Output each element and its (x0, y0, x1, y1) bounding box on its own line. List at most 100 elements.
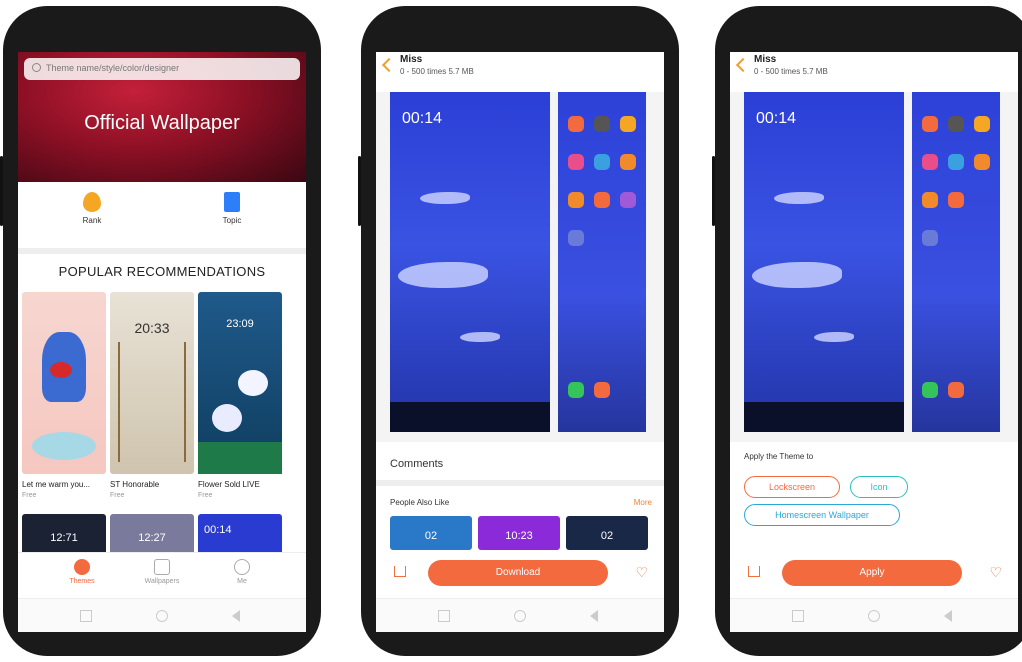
lockscreen-time: 00:14 (402, 110, 443, 127)
apply-button[interactable]: Apply (782, 560, 962, 586)
recommended-theme[interactable]: 02 (390, 516, 472, 550)
preview-carousel[interactable]: 00:14 (730, 92, 1018, 442)
themes-home-screen: Theme name/style/color/designer Official… (18, 52, 306, 632)
more-link[interactable]: More (634, 498, 652, 507)
app-icon (974, 154, 990, 170)
silhouette-ground (390, 402, 550, 432)
home-key[interactable] (514, 610, 526, 622)
app-icon (948, 154, 964, 170)
app-icon (594, 154, 610, 170)
favorite-heart-icon[interactable]: ♡ (989, 564, 1002, 581)
whale-shape (460, 332, 500, 342)
homescreen-preview[interactable] (912, 92, 1000, 432)
phone-theme-apply: Miss 0 - 500 times 5.7 MB 00:14 Apply th… (712, 6, 1022, 656)
curtain-left (118, 342, 120, 462)
rank-label: Rank (82, 216, 102, 225)
topic-label: Topic (222, 216, 242, 225)
favorite-heart-icon[interactable]: ♡ (635, 564, 648, 581)
app-icon (568, 116, 584, 132)
lotus-flower (212, 404, 242, 432)
item-title[interactable]: Flower Sold LIVE (198, 480, 284, 489)
topic-link[interactable]: Topic (202, 192, 262, 225)
lockscreen-preview[interactable]: 00:14 (744, 92, 904, 432)
nav-me[interactable]: Me (212, 559, 272, 585)
detail-header: Miss 0 - 500 times 5.7 MB (376, 52, 664, 92)
theme-apply-screen: Miss 0 - 500 times 5.7 MB 00:14 Apply th… (730, 52, 1018, 632)
nav-label: Wallpapers (144, 578, 180, 585)
camera-app-icon (948, 382, 964, 398)
app-icon (922, 192, 938, 208)
app-icon (948, 192, 964, 208)
illustration-cloud (32, 432, 96, 460)
phone-app-icon (922, 382, 938, 398)
app-icon (620, 154, 636, 170)
app-icon (620, 192, 636, 208)
item-price: Free (110, 492, 125, 499)
lockscreen-preview[interactable]: 00:14 (390, 92, 550, 432)
divider (18, 248, 306, 254)
app-icon (948, 116, 964, 132)
icon-option[interactable]: Icon (850, 476, 908, 498)
theme-detail-screen: Miss 0 - 500 times 5.7 MB 00:14 Comments… (376, 52, 664, 632)
theme-meta: 0 - 500 times 5.7 MB (754, 67, 828, 76)
thumbnail-time: 00:14 (204, 524, 232, 536)
search-input[interactable]: Theme name/style/color/designer (24, 58, 300, 80)
back-key[interactable] (232, 610, 240, 622)
back-arrow-icon[interactable] (381, 57, 397, 73)
app-icon (922, 116, 938, 132)
back-key[interactable] (590, 610, 598, 622)
app-icon (594, 116, 610, 132)
lotus-leaves (198, 442, 282, 474)
app-icon (922, 154, 938, 170)
wallpapers-icon (154, 559, 170, 575)
camera-app-icon (594, 382, 610, 398)
app-icon (568, 154, 584, 170)
phone-themes-home: Theme name/style/color/designer Official… (0, 6, 321, 656)
theme-title: Miss (754, 54, 777, 65)
comments-row[interactable]: Comments (376, 450, 664, 486)
comments-label: Comments (390, 458, 444, 470)
system-navigation-bar (376, 598, 664, 632)
app-icon (620, 116, 636, 132)
item-price: Free (22, 492, 37, 499)
apply-theme-label: Apply the Theme to (744, 452, 814, 461)
thumbnail-time: 12:71 (50, 532, 78, 544)
homescreen-preview[interactable] (558, 92, 646, 432)
rank-link[interactable]: Rank (62, 192, 122, 225)
recent-apps-key[interactable] (80, 610, 92, 622)
app-icon (568, 192, 584, 208)
also-like-label: People Also Like (390, 498, 450, 507)
download-button[interactable]: Download (428, 560, 608, 586)
phone-app-icon (568, 382, 584, 398)
nav-themes[interactable]: Themes (52, 559, 112, 585)
rank-icon (83, 192, 101, 212)
back-arrow-icon[interactable] (735, 57, 751, 73)
lockscreen-option[interactable]: Lockscreen (744, 476, 840, 498)
homescreen-wallpaper-option[interactable]: Homescreen Wallpaper (744, 504, 900, 526)
whale-shape (420, 192, 470, 204)
recommended-theme[interactable]: 10:23 (478, 516, 560, 550)
share-icon[interactable] (748, 566, 760, 577)
illustration-heart (50, 362, 72, 378)
silhouette-ground (744, 402, 904, 432)
home-key[interactable] (868, 610, 880, 622)
preview-carousel[interactable]: 00:14 (376, 92, 664, 442)
home-key[interactable] (156, 610, 168, 622)
search-icon (32, 63, 41, 72)
action-bar: Apply ♡ (730, 552, 1018, 596)
share-icon[interactable] (394, 566, 406, 577)
item-title[interactable]: Let me warm you... (22, 480, 108, 489)
nav-wallpapers[interactable]: Wallpapers (132, 559, 192, 585)
recommended-theme[interactable]: 02 (566, 516, 648, 550)
search-placeholder: Theme name/style/color/designer (46, 63, 180, 73)
official-wallpaper-banner[interactable]: Theme name/style/color/designer Official… (18, 52, 306, 182)
theme-thumbnail-warm[interactable] (22, 292, 106, 474)
theme-thumbnail-honorable[interactable]: 20:33 (110, 292, 194, 474)
whale-shape (814, 332, 854, 342)
back-key[interactable] (944, 610, 952, 622)
recent-apps-key[interactable] (438, 610, 450, 622)
item-title[interactable]: ST Honorable (110, 480, 196, 489)
topic-icon (224, 192, 240, 212)
recent-apps-key[interactable] (792, 610, 804, 622)
theme-thumbnail-flower[interactable]: 23:09 (198, 292, 282, 474)
